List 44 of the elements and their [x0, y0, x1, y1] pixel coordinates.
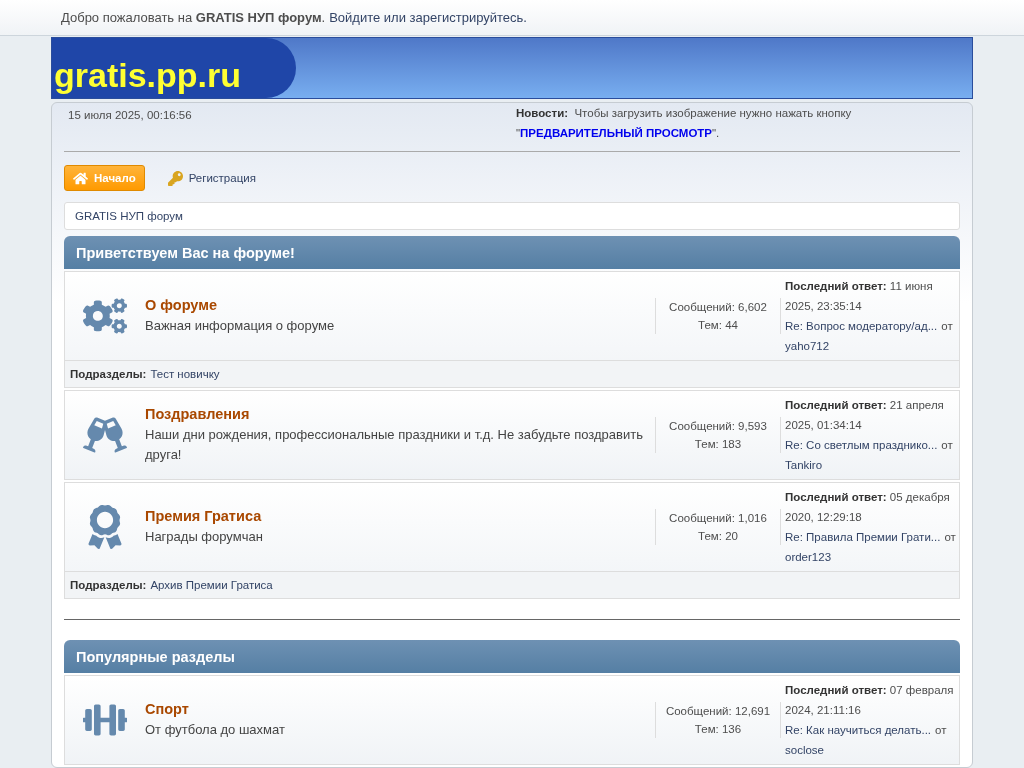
subboard-link[interactable]: Архив Премии Гратиса: [150, 579, 273, 591]
topics-count: Тем: 136: [694, 723, 742, 735]
breadcrumb[interactable]: GRATIS НУП форум: [64, 202, 960, 230]
user-link[interactable]: order123: [785, 551, 832, 563]
board-description: Важная информация о форуме: [145, 316, 336, 335]
date-time: 15 июля 2025, 00:16:56: [68, 108, 193, 123]
board-title-link[interactable]: Спорт: [145, 700, 645, 717]
login-link[interactable]: Войдите или зарегистрируйтесь.: [329, 10, 527, 25]
topics-count: Тем: 44: [698, 319, 738, 331]
board-title-link[interactable]: Поздравления: [145, 405, 645, 422]
by-label: от: [944, 531, 956, 543]
board-title-link[interactable]: О форуме: [145, 296, 645, 313]
board-description: Наши дни рождения, профессиональные праздники и т.д. Не забудьте поздравить друга!: [145, 425, 644, 464]
subboards-label: Подразделы:: [70, 579, 147, 591]
topics-count: Тем: 20: [698, 530, 738, 542]
user-link[interactable]: soclose: [785, 744, 824, 756]
welcome-text: Добро пожаловать на GRATIS НУП форум.: [61, 10, 326, 25]
posts-count: Сообщений: 12,691: [665, 705, 771, 717]
home-icon: [73, 170, 88, 186]
board-description: Награды форумчан: [145, 527, 264, 546]
last-topic-link[interactable]: Re: Вопрос модератору/ад...: [785, 320, 938, 332]
category-header: Популярные разделы: [64, 640, 960, 673]
topics-count: Тем: 183: [694, 438, 742, 450]
site-logo[interactable]: gratis.pp.ru: [52, 38, 296, 98]
board-description: От футбола до шахмат: [145, 720, 286, 739]
menu-item[interactable]: Регистрация: [158, 165, 265, 191]
board-title-link[interactable]: Премия Гратиса: [145, 507, 645, 524]
posts-count: Сообщений: 9,593: [669, 420, 767, 432]
by-label: от: [935, 724, 947, 736]
by-label: от: [941, 439, 953, 451]
user-link[interactable]: yaho712: [785, 340, 830, 352]
last-topic-link[interactable]: Re: Со светлым празднико...: [785, 439, 938, 451]
news-text: Новости: Чтобы загрузить изображение нужно нажать кнопку "ПРЕДВАРИТЕЛЬНЫЙ ПРОСМОТР".: [516, 106, 853, 141]
posts-count: Сообщений: 6,602: [669, 301, 767, 313]
last-topic-link[interactable]: Re: Правила Премии Грати...: [785, 531, 941, 543]
posts-count: Сообщений: 1,016: [669, 512, 767, 524]
key-icon: [167, 170, 183, 186]
by-label: от: [941, 320, 953, 332]
last-topic-link[interactable]: Re: Как научиться делать...: [785, 724, 932, 736]
last-post-info: Последний ответ: 11 июня 2025, 23:35:14: [785, 280, 933, 312]
category-header: Приветствуем Вас на форуме!: [64, 236, 960, 269]
subboard-link[interactable]: Тест новичку: [150, 368, 220, 380]
user-link[interactable]: Tankiro: [785, 459, 823, 471]
subboards-label: Подразделы:: [70, 368, 147, 380]
